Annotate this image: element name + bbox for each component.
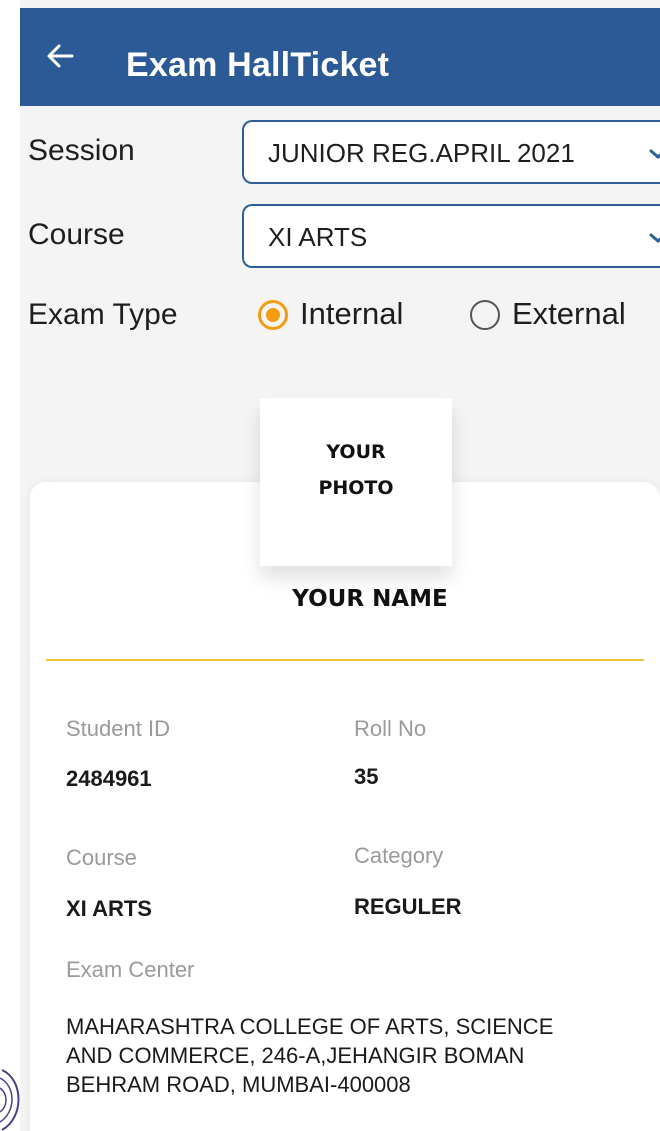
radio-external-label: External [512,296,626,331]
exam-type-label: Exam Type [28,298,178,331]
course-info-label: Course [66,845,137,870]
roll-no-value: 35 [354,764,379,789]
session-value: JUNIOR REG.APRIL 2021 [268,138,575,168]
photo-placeholder[interactable]: YOUR PHOTO [260,398,452,566]
app-screen: Exam HallTicket Session JUNIOR REG.APRIL… [20,0,660,1131]
course-value: XI ARTS [268,222,368,252]
app-bar: Exam HallTicket [20,8,660,106]
divider [46,659,644,661]
course-select[interactable]: XI ARTS [242,204,660,268]
radio-external[interactable]: External [470,296,645,336]
course-info-value: XI ARTS [66,896,152,921]
course-label: Course [28,218,125,251]
photo-placeholder-text: YOUR PHOTO [318,441,394,499]
exam-center-address: MAHARASHTRA COLLEGE OF ARTS, SCIENCE AND… [66,1014,554,1097]
session-select[interactable]: JUNIOR REG.APRIL 2021 [242,120,660,184]
exam-center-label: Exam Center [66,957,195,982]
roll-no-label: Roll No [354,716,427,741]
radio-internal[interactable]: Internal [258,296,418,336]
category-value: REGULER [354,894,462,919]
radio-unselected-indicator [470,300,500,330]
session-label: Session [28,134,135,167]
student-id-label: Student ID [66,716,170,741]
student-id-value: 2484961 [66,766,152,791]
page-title: Exam HallTicket [126,46,390,84]
student-name: YOUR NAME [292,586,448,612]
radio-selected-indicator [258,300,288,330]
radio-internal-label: Internal [300,296,404,331]
arrow-left-icon[interactable] [42,38,78,74]
chevron-down-icon [649,149,660,159]
category-label: Category [354,843,444,868]
chevron-down-icon [649,233,660,243]
